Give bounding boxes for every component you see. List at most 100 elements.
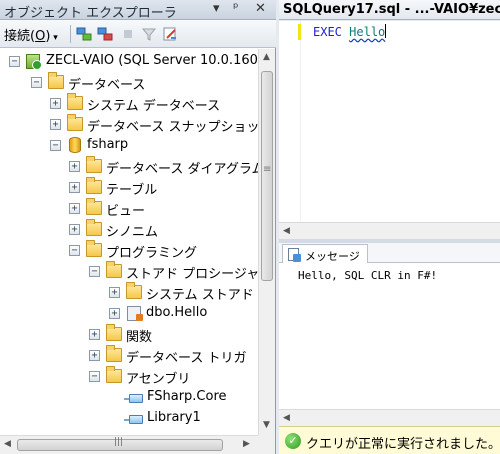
- tree-node-label: シノニム: [106, 225, 159, 240]
- messages-icon: [288, 248, 301, 262]
- collapse-icon[interactable]: −: [9, 56, 20, 67]
- window-position-dropdown-icon[interactable]: ▾: [213, 1, 220, 16]
- object-explorer-title: オブジェクト エクスプローラ: [4, 6, 177, 21]
- folder-icon: [126, 282, 142, 299]
- auto-hide-pin-icon[interactable]: ᵖ: [233, 1, 239, 16]
- tree-node-label: テーブル: [106, 183, 158, 198]
- expand-icon[interactable]: +: [109, 287, 120, 298]
- messages-pane: Hello, SQL CLR in F#!: [279, 263, 500, 409]
- folder-icon: [67, 93, 83, 110]
- tree-horizontal-scrollbar[interactable]: ◀ ||| ▶: [0, 435, 258, 454]
- editor-margin: [279, 21, 301, 222]
- expand-icon[interactable]: +: [69, 203, 80, 214]
- tree-node-label: fsharp: [87, 137, 129, 152]
- change-indicator: [298, 24, 301, 40]
- folder-icon: [48, 72, 64, 89]
- status-text: クエリが正常に実行されました。: [306, 437, 500, 452]
- scrollbar-grip-icon: |||: [114, 437, 124, 447]
- assembly-icon: [124, 415, 143, 424]
- tree-node-label: システム データベース: [87, 99, 221, 114]
- tree-node-label: プログラミング: [106, 246, 198, 261]
- results-tab-strip: メッセージ: [279, 243, 500, 264]
- scrollbar-thumb[interactable]: |||: [17, 437, 223, 451]
- folder-icon: [106, 345, 122, 362]
- collapse-icon[interactable]: −: [89, 266, 100, 277]
- scroll-right-icon[interactable]: ▶: [243, 439, 250, 449]
- scroll-left-icon[interactable]: ◀: [4, 439, 11, 449]
- filter-icon[interactable]: [141, 26, 157, 42]
- folder-icon: [86, 219, 102, 236]
- object-explorer-panel: オブジェクト エクスプローラ ▾ ᵖ ✕ 接続(O) ▾ − ZECL-VAIO…: [0, 0, 276, 454]
- scrollbar-corner: [258, 435, 275, 454]
- connect-label: 接続(: [4, 29, 36, 44]
- tab-messages-label: メッセージ: [305, 250, 360, 263]
- tree-node-label: ZECL-VAIO (SQL Server 10.0.160: [46, 53, 258, 68]
- refresh-icon[interactable]: [162, 26, 178, 42]
- collapse-icon[interactable]: −: [89, 371, 100, 382]
- expand-icon[interactable]: +: [89, 350, 100, 361]
- tree-node-label: ビュー: [106, 204, 146, 219]
- folder-icon: [86, 156, 102, 173]
- tree-node-label: FSharp.Core: [147, 389, 227, 404]
- query-editor[interactable]: EXEC Hello: [279, 21, 500, 222]
- editor-horizontal-scrollbar[interactable]: ◀: [279, 222, 500, 239]
- tab-messages[interactable]: メッセージ: [282, 244, 368, 264]
- expand-icon[interactable]: +: [69, 182, 80, 193]
- connect-object-explorer-icon[interactable]: [76, 26, 92, 42]
- close-panel-icon[interactable]: ✕: [255, 1, 266, 16]
- stored-procedure-icon: [127, 306, 143, 321]
- message-line: Hello, SQL CLR in F#!: [298, 269, 438, 282]
- tree-node-label: データベース ダイアグラム: [106, 162, 258, 177]
- object-explorer-titlebar: オブジェクト エクスプローラ ▾ ᵖ ✕: [0, 0, 276, 21]
- tree-vertical-scrollbar[interactable]: ▲ ▼: [258, 49, 275, 435]
- tree-node-label: Library1: [147, 410, 201, 425]
- tree-node-label: データベース トリガ: [126, 351, 247, 366]
- code-line[interactable]: EXEC Hello: [313, 24, 387, 39]
- scroll-left-icon[interactable]: ◀: [283, 413, 290, 423]
- expand-icon[interactable]: +: [109, 308, 120, 319]
- expand-icon[interactable]: +: [89, 329, 100, 340]
- collapse-icon[interactable]: −: [50, 140, 61, 151]
- scroll-left-icon[interactable]: ◀: [283, 226, 290, 236]
- scrollbar-thumb[interactable]: [261, 71, 273, 281]
- expand-icon[interactable]: +: [50, 98, 61, 109]
- tree-node-label: アセンブリ: [126, 372, 191, 387]
- success-check-icon: ✓: [285, 433, 301, 449]
- stop-icon[interactable]: [120, 26, 136, 42]
- folder-icon: [106, 324, 122, 341]
- scroll-up-icon[interactable]: ▲: [263, 52, 270, 62]
- object-explorer-toolbar: 接続(O) ▾: [0, 20, 276, 48]
- collapse-icon[interactable]: −: [69, 245, 80, 256]
- folder-icon: [67, 114, 83, 131]
- folder-icon: [106, 261, 122, 278]
- expand-icon[interactable]: +: [69, 161, 80, 172]
- folder-icon: [86, 240, 102, 257]
- scroll-down-icon[interactable]: ▼: [263, 420, 270, 430]
- folder-icon: [86, 177, 102, 194]
- object-explorer-tree: − ZECL-VAIO (SQL Server 10.0.160 − データベー…: [0, 49, 258, 435]
- expand-icon[interactable]: +: [69, 224, 80, 235]
- connect-button[interactable]: 接続(O) ▾: [4, 25, 58, 44]
- tree-node-label: データベース: [68, 78, 146, 93]
- sql-identifier: Hello: [349, 25, 386, 39]
- folder-icon: [86, 198, 102, 215]
- query-document-tab[interactable]: SQLQuery17.sql - ...-VAIO¥zec: [279, 0, 500, 20]
- sql-keyword: EXEC: [313, 25, 342, 39]
- expand-icon[interactable]: +: [50, 119, 61, 130]
- tree-node-label: データベース スナップショッ: [87, 120, 258, 135]
- assembly-icon: [124, 394, 143, 403]
- toolbar-separator: [70, 25, 71, 43]
- collapse-icon[interactable]: −: [31, 77, 42, 88]
- connect-dropdown-icon: ▾: [50, 33, 58, 43]
- tree-node-label: 関数: [126, 330, 153, 345]
- database-icon: [69, 137, 81, 153]
- messages-horizontal-scrollbar[interactable]: ◀: [279, 409, 500, 426]
- text-caret: [385, 24, 387, 38]
- connect-accelerator: O: [35, 29, 46, 44]
- tree-node-label: システム ストアド: [146, 288, 254, 303]
- disconnect-icon[interactable]: [97, 26, 113, 42]
- server-icon: [26, 54, 42, 70]
- query-status-bar: ✓ クエリが正常に実行されました。: [279, 426, 500, 454]
- tree-node-label: dbo.Hello: [146, 305, 208, 320]
- query-tab-title: SQLQuery17.sql - ...-VAIO¥zec: [283, 2, 500, 17]
